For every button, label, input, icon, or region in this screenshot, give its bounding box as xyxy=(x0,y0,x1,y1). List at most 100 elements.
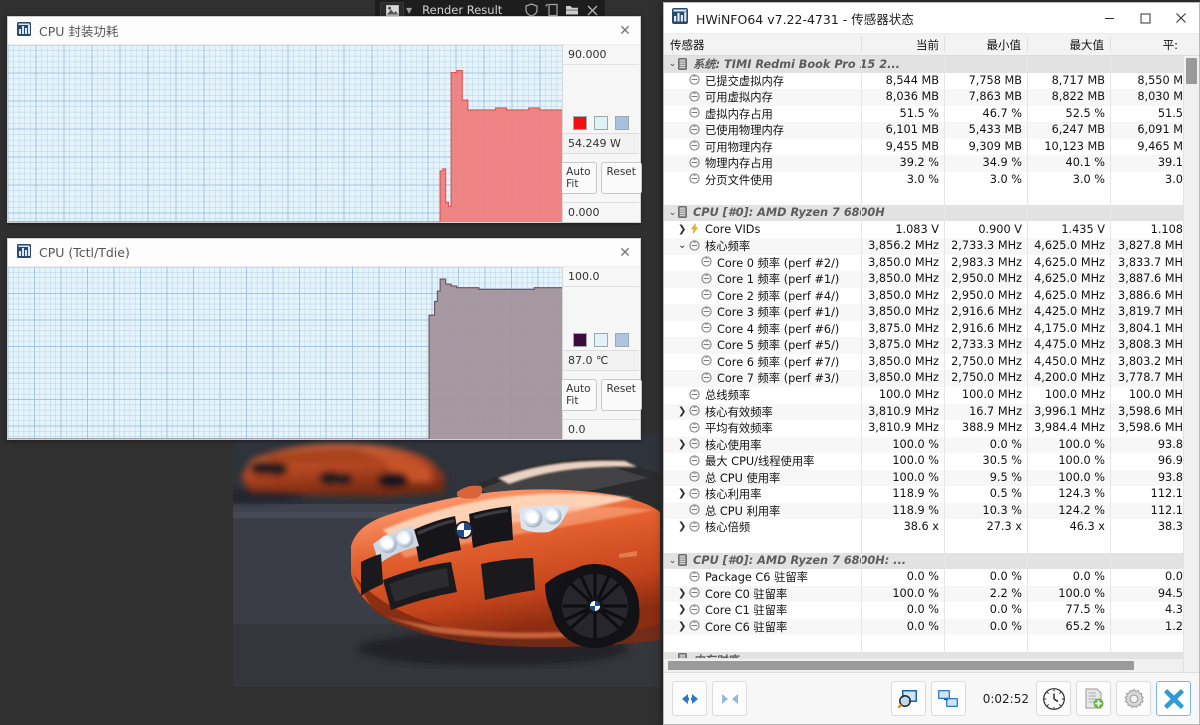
chevron-down-icon[interactable]: ▼ xyxy=(406,6,412,15)
graph0-plot-area[interactable] xyxy=(8,45,562,222)
collapse-arrow-icon[interactable]: ⌄ xyxy=(678,239,689,253)
graph-window-cpu-tctl-tdie[interactable]: CPU (Tctl/Tdie) ✕ 100.0 87.0 ℃ Aut xyxy=(7,238,641,440)
settings-button[interactable] xyxy=(1116,681,1151,716)
expand-arrow-icon[interactable]: ❯ xyxy=(678,603,689,617)
sensor-row[interactable]: 总线频率100.0 MHz100.0 MHz100.0 MHz100.0 MH xyxy=(664,387,1183,404)
sensor-group-row[interactable]: ⌄CPU [#0]: AMD Ryzen 7 6800H: ... xyxy=(664,553,1183,570)
graph1-close-button[interactable]: ✕ xyxy=(610,239,640,266)
expand-arrow-icon[interactable]: ❯ xyxy=(678,405,689,419)
sensor-row[interactable]: ❯核心有效频率3,810.9 MHz16.7 MHz3,996.1 MHz3,5… xyxy=(664,404,1183,421)
expand-arrow-icon[interactable]: ❯ xyxy=(678,487,689,501)
sensor-hscroll-thumb[interactable] xyxy=(668,661,1134,670)
sensor-row[interactable]: 可用虚拟内存8,036 MB7,863 MB8,822 MB8,030 M xyxy=(664,89,1183,106)
close-icon[interactable] xyxy=(1163,3,1199,33)
sensor-table-header[interactable]: 传感器 当前 最小值 最大值 平: xyxy=(664,34,1199,56)
sensor-row[interactable]: 虚拟内存占用51.5 %46.7 %52.5 %51.5 xyxy=(664,106,1183,123)
sensor-row[interactable]: 已提交虚拟内存8,544 MB7,758 MB8,717 MB8,550 M xyxy=(664,73,1183,90)
col-divider[interactable] xyxy=(944,37,945,52)
hwinfo64-window[interactable]: HWiNFO64 v7.22-4731 - 传感器状态 传感器 当前 最小值 最… xyxy=(663,2,1200,725)
graph1-plot-area[interactable] xyxy=(8,267,562,439)
col-header-sensor[interactable]: 传感器 xyxy=(670,37,705,53)
sensor-row[interactable]: ⌄核心频率3,856.2 MHz2,733.3 MHz4,625.0 MHz3,… xyxy=(664,238,1183,255)
folder-icon[interactable] xyxy=(565,3,579,17)
sensor-row[interactable]: Core 5 频率 (perf #5/)3,875.0 MHz2,733.3 M… xyxy=(664,337,1183,354)
sensor-row[interactable]: 总 CPU 使用率100.0 %9.5 %100.0 %93.8 xyxy=(664,470,1183,487)
close-icon[interactable] xyxy=(586,4,599,17)
sensor-row[interactable]: ❯Core C1 驻留率0.0 %0.0 %77.5 %4.3 xyxy=(664,602,1183,619)
graph1-swatch-min[interactable] xyxy=(594,333,608,347)
graph0-current-value: 54.249 W xyxy=(563,133,639,154)
sensor-row[interactable]: 分页文件使用3.0 %3.0 %3.0 %3.0 xyxy=(664,172,1183,189)
graph0-close-button[interactable]: ✕ xyxy=(610,17,640,44)
maximize-icon[interactable] xyxy=(1127,3,1163,33)
sensor-row[interactable]: Package C6 驻留率0.0 %0.0 %0.0 %0.0 xyxy=(664,569,1183,586)
sensor-vscroll-thumb[interactable] xyxy=(1186,58,1197,84)
copy-icon[interactable] xyxy=(545,3,558,17)
sensor-group-row[interactable]: ⌄CPU [#0]: AMD Ryzen 7 6800H xyxy=(664,205,1183,222)
graph1-swatch-series[interactable] xyxy=(573,333,587,347)
expand-arrow-icon[interactable]: ❯ xyxy=(678,520,689,534)
expand-all-button[interactable] xyxy=(672,681,707,716)
sensor-row[interactable]: 已使用物理内存6,101 MB5,433 MB6,247 MB6,091 M xyxy=(664,122,1183,139)
close-button[interactable] xyxy=(1156,681,1191,716)
expand-arrow-icon[interactable]: ❯ xyxy=(678,438,689,452)
expand-arrow-icon[interactable]: ❯ xyxy=(678,620,689,634)
sensor-row[interactable]: 物理内存占用39.2 %34.9 %40.1 %39.1 xyxy=(664,155,1183,172)
graph0-auto-fit-button[interactable]: Auto Fit xyxy=(560,162,596,194)
sensor-group-row[interactable]: ⌄系统: TIMI Redmi Book Pro 15 2... xyxy=(664,56,1183,73)
col-divider[interactable] xyxy=(1110,37,1111,52)
sensor-row[interactable]: ❯核心倍频38.6 x27.3 x46.3 x38.3 xyxy=(664,519,1183,536)
graph0-swatch-max[interactable] xyxy=(615,116,629,130)
sensor-row[interactable]: ❯Core VIDs1.083 V0.900 V1.435 V1.108 xyxy=(664,222,1183,239)
minimize-icon[interactable] xyxy=(1091,3,1127,33)
col-divider[interactable] xyxy=(861,37,862,52)
col-header-current[interactable]: 当前 xyxy=(884,37,939,53)
sensor-row[interactable]: Core 6 频率 (perf #7/)3,850.0 MHz2,750.0 M… xyxy=(664,354,1183,371)
expand-arrow-icon[interactable]: ⌄ xyxy=(668,556,677,566)
col-header-minimum[interactable]: 最小值 xyxy=(966,37,1021,53)
graph0-swatch-series[interactable] xyxy=(573,116,587,130)
sensor-row[interactable]: ❯核心使用率100.0 %0.0 %100.0 %93.8 xyxy=(664,437,1183,454)
shield-icon[interactable] xyxy=(525,3,538,17)
sensor-value-cell: 3,850.0 MHz xyxy=(849,256,939,270)
sensor-vertical-scrollbar[interactable] xyxy=(1183,56,1199,672)
expand-arrow-icon[interactable]: ⌄ xyxy=(668,208,677,218)
graph1-swatch-max[interactable] xyxy=(615,333,629,347)
sensor-row[interactable]: ❯Core C0 驻留率100.0 %2.2 %100.0 %94.5 xyxy=(664,586,1183,603)
sensor-horizontal-scrollbar[interactable] xyxy=(664,658,1183,672)
sensor-row[interactable]: Core 1 频率 (perf #1/)3,850.0 MHz2,950.0 M… xyxy=(664,271,1183,288)
sensor-row[interactable]: Core 3 频率 (perf #1/)3,850.0 MHz2,916.6 M… xyxy=(664,304,1183,321)
sensor-row[interactable]: Core 0 频率 (perf #2/)3,850.0 MHz2,983.3 M… xyxy=(664,255,1183,272)
graph0-titlebar[interactable]: CPU 封装功耗 ✕ xyxy=(8,17,640,45)
sensor-row[interactable]: 总 CPU 利用率118.9 %10.3 %124.2 %112.1 xyxy=(664,503,1183,520)
remote-monitor-button[interactable] xyxy=(931,681,966,716)
graph1-titlebar[interactable]: CPU (Tctl/Tdie) ✕ xyxy=(8,239,640,267)
expand-arrow-icon[interactable]: ⌄ xyxy=(668,59,677,69)
expand-arrow-icon[interactable]: ❯ xyxy=(678,587,689,601)
sensor-row[interactable]: ❯Core C6 驻留率0.0 %0.0 %65.2 %1.2 xyxy=(664,619,1183,636)
sensor-row[interactable]: Core 2 频率 (perf #4/)3,850.0 MHz2,950.0 M… xyxy=(664,288,1183,305)
sensor-icon xyxy=(689,438,702,451)
graph1-auto-fit-button[interactable]: Auto Fit xyxy=(560,379,596,411)
sensor-detail-button[interactable] xyxy=(891,681,926,716)
sensor-row[interactable]: Core 7 频率 (perf #3/)3,850.0 MHz2,750.0 M… xyxy=(664,370,1183,387)
clock-button[interactable] xyxy=(1036,681,1071,716)
sensor-row[interactable]: 可用物理内存9,455 MB9,309 MB10,123 MB9,465 M xyxy=(664,139,1183,156)
graph1-reset-button[interactable]: Reset xyxy=(601,379,642,411)
col-header-average[interactable]: 平: xyxy=(1148,37,1178,53)
col-header-maximum[interactable]: 最大值 xyxy=(1049,37,1104,53)
sensor-row[interactable]: 最大 CPU/线程使用率100.0 %30.5 %100.0 %96.9 xyxy=(664,453,1183,470)
collapse-all-button[interactable] xyxy=(712,681,747,716)
graph0-swatch-min[interactable] xyxy=(594,116,608,130)
graph0-reset-button[interactable]: Reset xyxy=(601,162,642,194)
sensor-row[interactable]: 平均有效频率3,810.9 MHz388.9 MHz3,984.4 MHz3,5… xyxy=(664,420,1183,437)
logging-button[interactable] xyxy=(1076,681,1111,716)
sensor-table[interactable]: ⌄系统: TIMI Redmi Book Pro 15 2...已提交虚拟内存8… xyxy=(664,56,1199,672)
sensor-row[interactable]: Core 4 频率 (perf #6/)3,875.0 MHz2,916.6 M… xyxy=(664,321,1183,338)
graph-window-cpu-package-power[interactable]: CPU 封装功耗 ✕ 90.000 54.249 W Auto Fi xyxy=(7,16,641,223)
hwinfo-toolbar[interactable]: 0:02:52 xyxy=(664,672,1199,724)
col-divider[interactable] xyxy=(1027,37,1028,52)
hwinfo-titlebar[interactable]: HWiNFO64 v7.22-4731 - 传感器状态 xyxy=(664,3,1199,34)
expand-arrow-icon[interactable]: ❯ xyxy=(678,223,689,237)
sensor-row[interactable]: ❯核心利用率118.9 %0.5 %124.3 %112.1 xyxy=(664,486,1183,503)
